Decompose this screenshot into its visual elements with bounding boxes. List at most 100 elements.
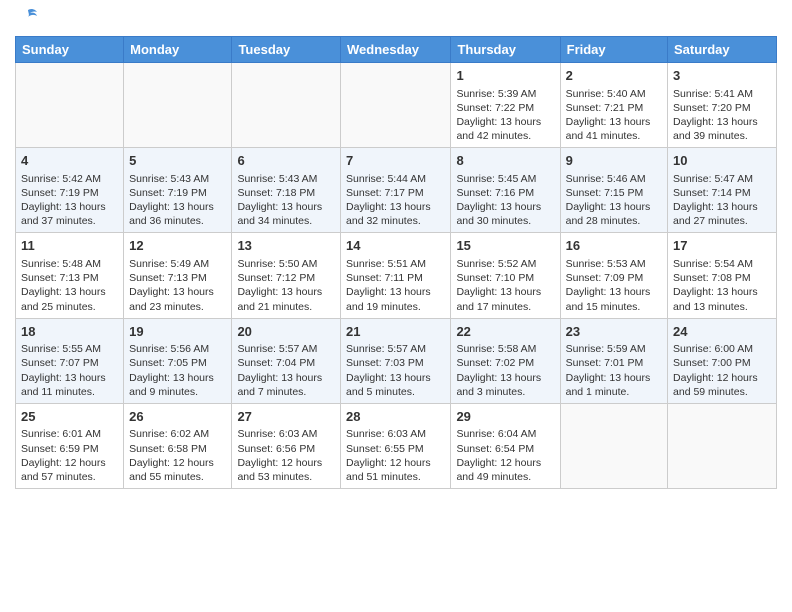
day-info: Sunrise: 5:43 AM [129, 172, 226, 186]
day-info: Sunset: 6:59 PM [21, 442, 118, 456]
day-info: Sunset: 7:09 PM [566, 271, 662, 285]
calendar-header-friday: Friday [560, 37, 667, 63]
day-info: and 19 minutes. [346, 300, 445, 314]
day-info: Daylight: 13 hours [673, 200, 771, 214]
day-info: and 9 minutes. [129, 385, 226, 399]
day-info: and 21 minutes. [237, 300, 335, 314]
day-info: Daylight: 13 hours [456, 200, 554, 214]
calendar-cell: 21Sunrise: 5:57 AMSunset: 7:03 PMDayligh… [341, 318, 451, 403]
calendar-week-row: 18Sunrise: 5:55 AMSunset: 7:07 PMDayligh… [16, 318, 777, 403]
calendar-cell: 14Sunrise: 5:51 AMSunset: 7:11 PMDayligh… [341, 233, 451, 318]
day-info: Sunset: 7:01 PM [566, 356, 662, 370]
day-number: 1 [456, 67, 554, 85]
day-number: 8 [456, 152, 554, 170]
day-info: Sunrise: 6:00 AM [673, 342, 771, 356]
day-info: Sunrise: 6:02 AM [129, 427, 226, 441]
day-number: 10 [673, 152, 771, 170]
day-info: and 28 minutes. [566, 214, 662, 228]
calendar-cell: 20Sunrise: 5:57 AMSunset: 7:04 PMDayligh… [232, 318, 341, 403]
day-info: Daylight: 13 hours [129, 285, 226, 299]
calendar-cell: 17Sunrise: 5:54 AMSunset: 7:08 PMDayligh… [668, 233, 777, 318]
day-info: Sunrise: 5:45 AM [456, 172, 554, 186]
day-info: Sunrise: 5:56 AM [129, 342, 226, 356]
day-info: and 37 minutes. [21, 214, 118, 228]
day-info: Daylight: 12 hours [346, 456, 445, 470]
day-info: and 1 minute. [566, 385, 662, 399]
calendar-cell [668, 403, 777, 488]
day-info: Daylight: 13 hours [456, 371, 554, 385]
day-info: Daylight: 12 hours [673, 371, 771, 385]
day-info: Sunrise: 6:04 AM [456, 427, 554, 441]
calendar-cell: 13Sunrise: 5:50 AMSunset: 7:12 PMDayligh… [232, 233, 341, 318]
day-info: Sunset: 7:04 PM [237, 356, 335, 370]
day-info: Sunset: 6:56 PM [237, 442, 335, 456]
day-info: and 39 minutes. [673, 129, 771, 143]
calendar-cell: 7Sunrise: 5:44 AMSunset: 7:17 PMDaylight… [341, 148, 451, 233]
day-number: 21 [346, 323, 445, 341]
calendar-cell [16, 63, 124, 148]
day-info: Sunset: 6:55 PM [346, 442, 445, 456]
calendar-header-sunday: Sunday [16, 37, 124, 63]
day-info: Daylight: 13 hours [237, 371, 335, 385]
day-number: 15 [456, 237, 554, 255]
day-info: Sunset: 7:21 PM [566, 101, 662, 115]
day-info: Sunset: 7:19 PM [21, 186, 118, 200]
calendar-cell: 28Sunrise: 6:03 AMSunset: 6:55 PMDayligh… [341, 403, 451, 488]
day-number: 28 [346, 408, 445, 426]
day-info: Daylight: 13 hours [346, 371, 445, 385]
day-info: and 32 minutes. [346, 214, 445, 228]
day-number: 22 [456, 323, 554, 341]
calendar-header-wednesday: Wednesday [341, 37, 451, 63]
day-info: Sunrise: 5:52 AM [456, 257, 554, 271]
calendar-cell: 22Sunrise: 5:58 AMSunset: 7:02 PMDayligh… [451, 318, 560, 403]
calendar-cell [124, 63, 232, 148]
day-info: Sunrise: 5:58 AM [456, 342, 554, 356]
day-info: Sunrise: 6:01 AM [21, 427, 118, 441]
day-info: Daylight: 13 hours [21, 200, 118, 214]
day-info: Daylight: 13 hours [566, 200, 662, 214]
day-info: Daylight: 12 hours [456, 456, 554, 470]
calendar-cell: 1Sunrise: 5:39 AMSunset: 7:22 PMDaylight… [451, 63, 560, 148]
day-info: Sunrise: 5:41 AM [673, 87, 771, 101]
day-info: Daylight: 13 hours [346, 200, 445, 214]
day-info: Daylight: 13 hours [566, 285, 662, 299]
calendar-header-row: SundayMondayTuesdayWednesdayThursdayFrid… [16, 37, 777, 63]
day-info: and 11 minutes. [21, 385, 118, 399]
day-info: Daylight: 13 hours [129, 371, 226, 385]
day-info: Sunrise: 5:54 AM [673, 257, 771, 271]
day-info: Sunrise: 5:57 AM [237, 342, 335, 356]
day-info: Daylight: 12 hours [129, 456, 226, 470]
day-number: 19 [129, 323, 226, 341]
day-info: Sunset: 7:13 PM [129, 271, 226, 285]
day-number: 6 [237, 152, 335, 170]
day-info: and 25 minutes. [21, 300, 118, 314]
day-info: and 7 minutes. [237, 385, 335, 399]
calendar-header-tuesday: Tuesday [232, 37, 341, 63]
calendar-table: SundayMondayTuesdayWednesdayThursdayFrid… [15, 36, 777, 489]
day-info: Daylight: 13 hours [566, 115, 662, 129]
day-info: and 51 minutes. [346, 470, 445, 484]
calendar-cell: 11Sunrise: 5:48 AMSunset: 7:13 PMDayligh… [16, 233, 124, 318]
day-info: Sunset: 7:13 PM [21, 271, 118, 285]
day-info: and 15 minutes. [566, 300, 662, 314]
calendar-header-saturday: Saturday [668, 37, 777, 63]
calendar-cell: 19Sunrise: 5:56 AMSunset: 7:05 PMDayligh… [124, 318, 232, 403]
day-info: Daylight: 13 hours [566, 371, 662, 385]
day-info: Sunrise: 5:43 AM [237, 172, 335, 186]
day-info: Sunset: 7:22 PM [456, 101, 554, 115]
day-info: Daylight: 13 hours [456, 285, 554, 299]
day-info: and 5 minutes. [346, 385, 445, 399]
day-info: and 57 minutes. [21, 470, 118, 484]
day-info: Sunrise: 5:42 AM [21, 172, 118, 186]
page-header [15, 10, 777, 28]
day-info: Sunrise: 5:47 AM [673, 172, 771, 186]
day-info: Sunset: 7:17 PM [346, 186, 445, 200]
calendar-cell [560, 403, 667, 488]
day-number: 17 [673, 237, 771, 255]
day-info: and 49 minutes. [456, 470, 554, 484]
day-number: 29 [456, 408, 554, 426]
day-info: and 30 minutes. [456, 214, 554, 228]
day-info: Daylight: 13 hours [21, 285, 118, 299]
day-info: Sunrise: 5:59 AM [566, 342, 662, 356]
day-info: Sunset: 7:18 PM [237, 186, 335, 200]
